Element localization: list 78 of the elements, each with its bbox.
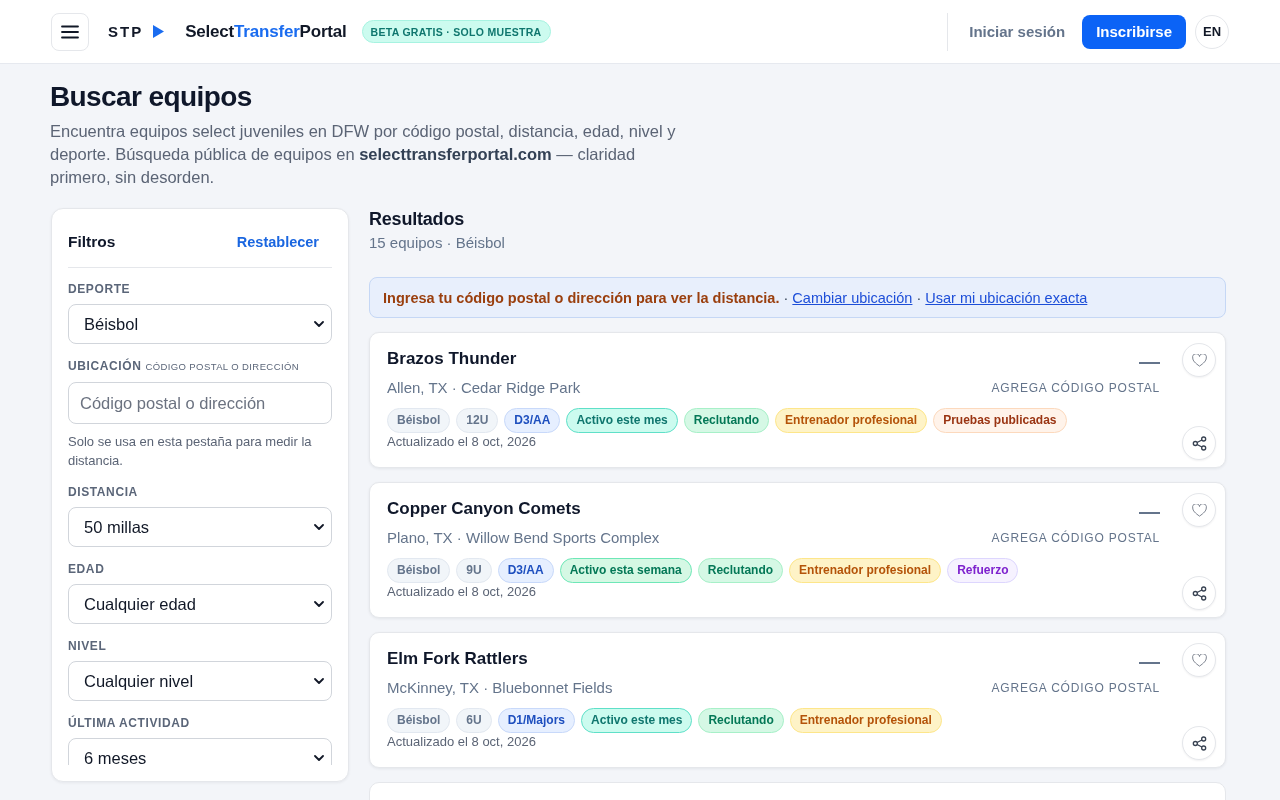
- share-button[interactable]: [1182, 426, 1216, 460]
- tag-chip: Entrenador profesional: [775, 408, 928, 433]
- updated-date: Actualizado el 8 oct, 2026: [387, 584, 536, 600]
- tag-chip: 12U: [456, 408, 499, 433]
- chevron-down-icon: [314, 601, 324, 607]
- tag-chip: 9U: [456, 558, 492, 583]
- field-label: NIVEL: [68, 639, 107, 653]
- tag-chip: D3/AA: [504, 408, 561, 433]
- results-summary: 15 equipos · Béisbol: [369, 233, 505, 253]
- help-text: Solo se usa en esta pestaña para medir la distancia.: [68, 433, 313, 470]
- sign-in-link[interactable]: Iniciar sesión: [969, 23, 1066, 40]
- field-label: UBICACIÓN: [68, 359, 142, 373]
- field-hint: CÓDIGO POSTAL O DIRECCIÓN: [145, 361, 299, 372]
- select-dropdown[interactable]: Cualquier nivel: [68, 661, 332, 701]
- page-title: Buscar equipos: [50, 80, 252, 114]
- team-location: Allen, TX · Cedar Ridge Park: [387, 378, 581, 398]
- team-name: Copper Canyon Comets: [387, 498, 581, 520]
- team-name: Elm Fork Rattlers: [387, 648, 528, 670]
- sign-up-button[interactable]: Inscribirse: [1082, 14, 1186, 49]
- chevron-down-icon: [314, 755, 324, 761]
- distance-note: AGREGA CÓDIGO POSTAL: [991, 679, 1160, 697]
- tag-chip: Entrenador profesional: [789, 558, 942, 583]
- tag-chip: Béisbol: [387, 708, 451, 733]
- menu-icon: [61, 24, 79, 39]
- menu-button[interactable]: [51, 12, 89, 51]
- share-button[interactable]: [1182, 576, 1216, 610]
- tag-chip: Pruebas publicadas: [933, 408, 1067, 433]
- distance-value: —: [1139, 500, 1160, 522]
- tag-chip: Reclutando: [683, 408, 770, 433]
- tag-chip: Reclutando: [697, 558, 784, 583]
- brand-abbreviation: STP: [108, 23, 144, 40]
- team-location: Plano, TX · Willow Bend Sports Complex: [387, 528, 660, 548]
- tag-chip: Béisbol: [387, 558, 451, 583]
- chevron-down-icon: [314, 524, 324, 530]
- updated-date: Actualizado el 8 oct, 2026: [387, 434, 536, 450]
- select-dropdown[interactable]: Béisbol: [68, 304, 332, 344]
- field-label: DEPORTE: [68, 282, 131, 296]
- select-dropdown[interactable]: 50 millas: [68, 507, 332, 547]
- distance-value: —: [1139, 650, 1160, 672]
- share-icon: [1191, 735, 1207, 751]
- select-dropdown[interactable]: 6 meses: [68, 738, 332, 765]
- language-button[interactable]: EN: [1195, 14, 1229, 49]
- tag-chip: Activo esta semana: [559, 558, 692, 583]
- page-description: Encuentra equipos select juveniles en DFW por código postal, distancia, edad, nivel y deporte. Búsqueda pública de equipos en selecttransferportal.com — claridad primero, sin desorden.: [50, 121, 677, 188]
- tag-chip: Refuerzo: [947, 558, 1019, 583]
- distance-note: AGREGA CÓDIGO POSTAL: [991, 529, 1160, 547]
- distance-note: AGREGA CÓDIGO POSTAL: [991, 379, 1160, 397]
- tag-chip: Reclutando: [698, 708, 784, 733]
- beta-badge: BETA GRATIS · SOLO MUESTRA: [361, 20, 551, 43]
- notice-link[interactable]: Cambiar ubicación: [792, 289, 913, 306]
- team-name: Brazos Thunder: [387, 348, 517, 370]
- share-button[interactable]: [1182, 726, 1216, 760]
- chevron-down-icon: [314, 321, 324, 327]
- updated-date: Actualizado el 8 oct, 2026: [387, 734, 536, 750]
- tag-chip: Entrenador profesional: [789, 708, 942, 733]
- brand-name[interactable]: SelectTransferPortal: [185, 21, 347, 42]
- tag-chip: D3/AA: [497, 558, 554, 583]
- notice-link[interactable]: Usar mi ubicación exacta: [925, 289, 1088, 306]
- tag-chip: D1/Majors: [497, 708, 576, 733]
- play-triangle-icon: [153, 25, 165, 38]
- tag-chip: 6U: [456, 708, 492, 733]
- location-input[interactable]: Código postal o dirección: [68, 382, 332, 424]
- share-icon: [1191, 585, 1207, 601]
- select-dropdown[interactable]: Cualquier edad: [68, 584, 332, 624]
- field-label: EDAD: [68, 562, 105, 576]
- field-label: DISTANCIA: [68, 485, 138, 499]
- filters-title: Filtros: [68, 233, 116, 251]
- notice-text: Ingresa tu código postal o dirección para ver la distancia. · Cambiar ubicación · Usar mi ubicación exacta: [383, 289, 1088, 306]
- team-location: McKinney, TX · Bluebonnet Fields: [387, 678, 613, 698]
- distance-value: —: [1139, 350, 1160, 372]
- tag-chip: Activo este mes: [566, 408, 678, 433]
- tag-chip: Activo este mes: [581, 708, 693, 733]
- chevron-down-icon: [314, 678, 324, 684]
- share-icon: [1191, 435, 1207, 451]
- results-title: Resultados: [369, 208, 465, 230]
- tag-chip: Béisbol: [387, 408, 451, 433]
- field-label: ÚLTIMA ACTIVIDAD: [68, 716, 190, 730]
- reset-link[interactable]: Restablecer: [226, 228, 332, 256]
